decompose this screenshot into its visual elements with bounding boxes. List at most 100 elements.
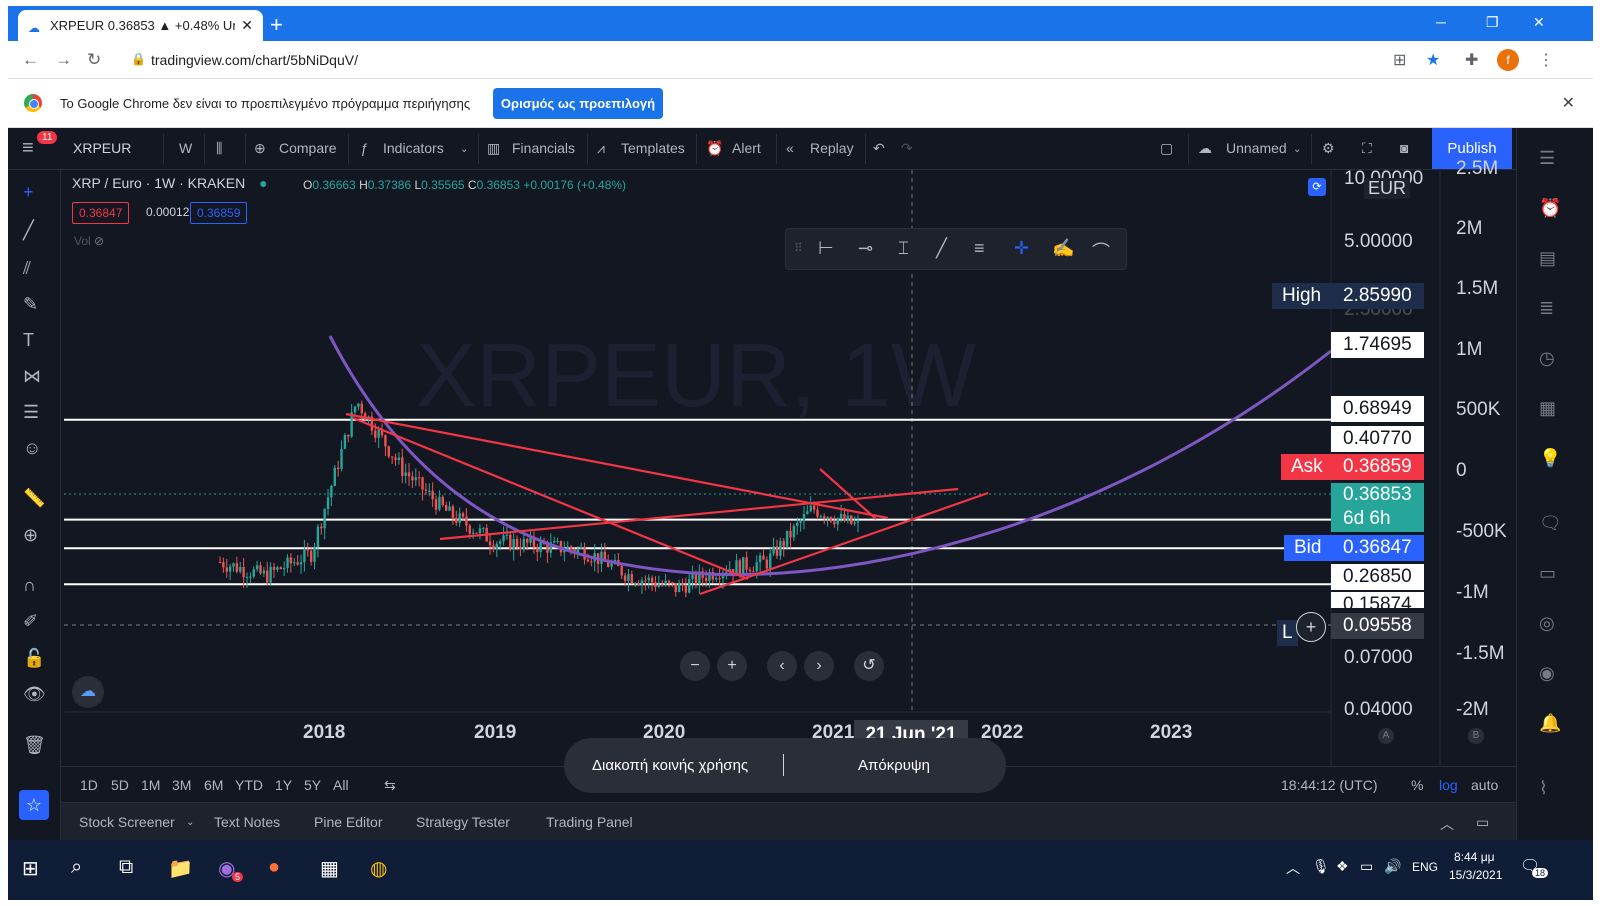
ruler-icon[interactable]: 📏 bbox=[23, 488, 45, 509]
scroll-left-icon[interactable]: ‹ bbox=[767, 651, 797, 681]
help-icon[interactable]: ◎ bbox=[1539, 613, 1555, 634]
financials-button[interactable]: Financials bbox=[512, 140, 575, 156]
range-1y[interactable]: 1Y bbox=[275, 777, 292, 793]
trendline[interactable] bbox=[439, 487, 959, 541]
profile-avatar[interactable]: f bbox=[1497, 49, 1519, 71]
trendline-icon[interactable]: ╱ bbox=[23, 220, 34, 241]
messages-icon[interactable]: ▭ bbox=[1539, 563, 1556, 584]
tab-trading-panel[interactable]: Trading Panel bbox=[546, 814, 633, 830]
file-explorer-icon[interactable]: 📁 bbox=[168, 856, 193, 881]
collapse-panel-icon[interactable]: ︿ bbox=[1440, 814, 1454, 834]
range-6m[interactable]: 6M bbox=[204, 777, 223, 793]
sell-price-box[interactable]: 0.36847 bbox=[72, 202, 130, 224]
alarm-clock-icon[interactable]: ⏰ bbox=[706, 140, 723, 157]
task-view-icon[interactable]: ⧉ bbox=[119, 856, 133, 879]
trendline[interactable] bbox=[819, 468, 877, 520]
range-all[interactable]: All bbox=[333, 777, 349, 793]
tab-pine-editor[interactable]: Pine Editor bbox=[314, 814, 382, 830]
hide-button[interactable]: Απόκρυψη bbox=[858, 757, 930, 774]
hide-drawings-eye-icon[interactable]: 👁 bbox=[23, 684, 46, 705]
dropbox-icon[interactable]: ❖ bbox=[1336, 858, 1349, 875]
language-indicator[interactable]: ENG bbox=[1412, 860, 1438, 874]
settings-gear-icon[interactable]: ⚙ bbox=[1322, 140, 1335, 157]
tradingview-logo-icon[interactable]: ☁ bbox=[72, 676, 104, 708]
minimize-icon[interactable]: ─ bbox=[1436, 14, 1446, 30]
tab-stock-screener[interactable]: Stock Screener bbox=[79, 814, 175, 830]
calendar-icon[interactable]: ◷ bbox=[1539, 348, 1555, 369]
indicators-button[interactable]: Indicators bbox=[383, 140, 444, 156]
scale-b-button[interactable]: B bbox=[1468, 728, 1484, 744]
hotlist-icon[interactable]: ≣ bbox=[1539, 298, 1554, 319]
layout-icon[interactable]: ▢ bbox=[1160, 140, 1173, 157]
lock-drawings-icon[interactable]: 🔓 bbox=[23, 648, 45, 669]
maximize-panel-icon[interactable]: ▭ bbox=[1476, 814, 1489, 831]
infobar-close-icon[interactable]: ✕ bbox=[1562, 93, 1575, 113]
range-1m[interactable]: 1M bbox=[141, 777, 160, 793]
trendline[interactable] bbox=[352, 416, 749, 581]
windows-start-icon[interactable]: ⊞ bbox=[22, 856, 39, 881]
layout-name[interactable]: Unnamed bbox=[1226, 140, 1287, 156]
crosshair-tool-icon[interactable]: ✛ bbox=[1014, 238, 1029, 259]
back-icon[interactable]: ← bbox=[22, 50, 39, 70]
trendline[interactable] bbox=[699, 491, 989, 596]
hidden-eye-icon[interactable]: ⊘ bbox=[94, 234, 104, 248]
taskbar-date[interactable]: 15/3/2021 bbox=[1449, 868, 1502, 882]
url-field[interactable]: tradingview.com/chart/5bNiDquV/ bbox=[151, 52, 358, 68]
camera-icon[interactable]: ◙ bbox=[1400, 140, 1408, 156]
goto-date-icon[interactable]: ⇆ bbox=[384, 777, 396, 794]
redo-icon[interactable]: ↷ bbox=[901, 140, 913, 157]
arc-drawing[interactable] bbox=[328, 335, 1332, 577]
scale-a-button[interactable]: A bbox=[1378, 728, 1394, 744]
templates-icon[interactable]: ⩘ bbox=[597, 140, 605, 157]
search-icon[interactable]: ⌕ bbox=[71, 856, 82, 879]
trendline[interactable] bbox=[345, 412, 889, 520]
alerts-clock-icon[interactable]: ⏰ bbox=[1539, 198, 1561, 219]
calendar-grid-icon[interactable]: ▦ bbox=[1539, 398, 1556, 419]
main-menu-icon[interactable]: ≡ bbox=[22, 137, 34, 160]
drag-handle-icon[interactable]: ⠿ bbox=[794, 241, 803, 255]
volume-icon[interactable]: 🔊 bbox=[1384, 858, 1401, 875]
pitchfork-icon[interactable]: ⫽ bbox=[23, 258, 31, 279]
tab-strategy-tester[interactable]: Strategy Tester bbox=[416, 814, 510, 830]
crosshair-icon[interactable]: + bbox=[23, 182, 34, 203]
taskbar-time[interactable]: 8:44 μμ bbox=[1454, 850, 1495, 864]
watchlist-icon[interactable]: ☰ bbox=[1539, 148, 1555, 169]
ideas-bulb-icon[interactable]: 💡 bbox=[1539, 448, 1561, 469]
range-1d[interactable]: 1D bbox=[80, 777, 98, 793]
trend-line-icon[interactable]: ╱ bbox=[936, 238, 947, 259]
zoom-out-icon[interactable]: − bbox=[680, 651, 710, 681]
firefox-icon[interactable]: ● bbox=[268, 856, 280, 879]
menu-dots-icon[interactable]: ⋮ bbox=[1538, 50, 1554, 70]
chart-icon[interactable]: ⌇ bbox=[1539, 778, 1548, 799]
restore-icon[interactable]: ❐ bbox=[1486, 14, 1499, 31]
percent-toggle[interactable]: % bbox=[1411, 777, 1423, 793]
forward-icon[interactable]: → bbox=[55, 50, 72, 70]
buy-price-box[interactable]: 0.36859 bbox=[190, 202, 248, 224]
reload-icon[interactable]: ↻ bbox=[87, 50, 101, 70]
auto-toggle[interactable]: auto bbox=[1471, 777, 1498, 793]
app-icon[interactable]: ▦ bbox=[320, 856, 339, 881]
sync-icon[interactable]: ⟳ bbox=[1308, 178, 1326, 196]
symbol-search[interactable]: XRPEUR bbox=[73, 140, 131, 156]
alert-button[interactable]: Alert bbox=[732, 140, 761, 156]
utc-clock[interactable]: 18:44:12 (UTC) bbox=[1281, 777, 1377, 793]
pattern-icon[interactable]: ⋈ bbox=[23, 366, 41, 387]
tab-text-notes[interactable]: Text Notes bbox=[214, 814, 280, 830]
microphone-icon[interactable]: 🎙 bbox=[1312, 858, 1330, 875]
add-plus-icon[interactable]: + bbox=[1296, 612, 1326, 642]
extensions-icon[interactable]: ✚ bbox=[1465, 50, 1478, 70]
close-tab-icon[interactable]: ✕ bbox=[241, 17, 253, 34]
emoji-icon[interactable]: ☺ bbox=[23, 438, 41, 459]
replay-button[interactable]: Replay bbox=[810, 140, 854, 156]
zoom-in-icon[interactable]: ⊕ bbox=[23, 525, 38, 546]
indicators-icon[interactable]: ƒ bbox=[360, 140, 368, 156]
chrome-taskbar-icon[interactable]: ◍ bbox=[370, 856, 387, 881]
reset-chart-icon[interactable]: ↺ bbox=[854, 651, 884, 681]
chevron-down-icon[interactable]: ⌄ bbox=[1293, 144, 1301, 155]
notifications-bell-icon[interactable]: 🔔 bbox=[1539, 713, 1561, 734]
undo-icon[interactable]: ↶ bbox=[873, 140, 885, 157]
symbol-title[interactable]: XRP / Euro · 1W · KRAKEN bbox=[72, 175, 245, 191]
streams-icon[interactable]: ◉ bbox=[1539, 663, 1555, 684]
range-3m[interactable]: 3M bbox=[172, 777, 191, 793]
scroll-right-icon[interactable]: › bbox=[804, 651, 834, 681]
